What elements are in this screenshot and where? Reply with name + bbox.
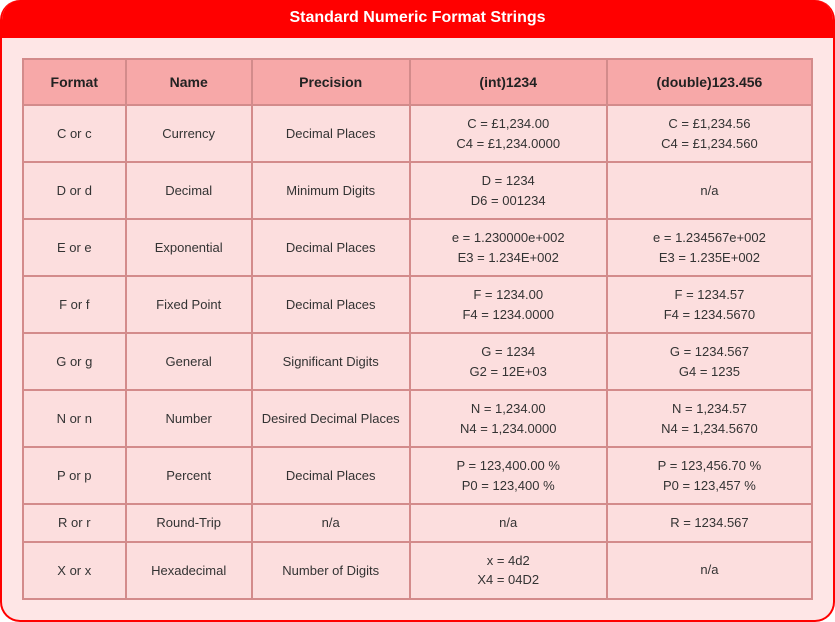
cell-name: Hexadecimal bbox=[126, 542, 252, 599]
table-row: X or xHexadecimalNumber of Digitsx = 4d2… bbox=[23, 542, 812, 599]
cell-int-example-line: F = 1234.00 bbox=[417, 285, 600, 305]
cell-int-example-line: e = 1.230000e+002 bbox=[417, 228, 600, 248]
cell-format: E or e bbox=[23, 219, 126, 276]
cell-double-example-line: P = 123,456.70 % bbox=[614, 456, 805, 476]
cell-double-example: P = 123,456.70 %P0 = 123,457 % bbox=[607, 447, 812, 504]
cell-double-example: C = £1,234.56C4 = £1,234.560 bbox=[607, 105, 812, 162]
cell-precision: Desired Decimal Places bbox=[252, 390, 410, 447]
table-row: R or rRound-Tripn/an/aR = 1234.567 bbox=[23, 504, 812, 542]
cell-int-example-line: E3 = 1.234E+002 bbox=[417, 248, 600, 268]
cell-double-example-line: C4 = £1,234.560 bbox=[614, 134, 805, 154]
format-strings-panel: Standard Numeric Format Strings Format N… bbox=[0, 0, 835, 622]
cell-double-example-line: e = 1.234567e+002 bbox=[614, 228, 805, 248]
cell-int-example-line: n/a bbox=[417, 513, 600, 533]
table-row: N or nNumberDesired Decimal PlacesN = 1,… bbox=[23, 390, 812, 447]
cell-precision: Decimal Places bbox=[252, 276, 410, 333]
table-body: C or cCurrencyDecimal PlacesC = £1,234.0… bbox=[23, 105, 812, 599]
cell-double-example: e = 1.234567e+002E3 = 1.235E+002 bbox=[607, 219, 812, 276]
cell-int-example-line: D = 1234 bbox=[417, 171, 600, 191]
cell-format: C or c bbox=[23, 105, 126, 162]
cell-double-example: n/a bbox=[607, 542, 812, 599]
panel-title: Standard Numeric Format Strings bbox=[2, 0, 833, 38]
cell-format: R or r bbox=[23, 504, 126, 542]
cell-precision: Minimum Digits bbox=[252, 162, 410, 219]
col-int: (int)1234 bbox=[410, 59, 607, 105]
cell-double-example-line: E3 = 1.235E+002 bbox=[614, 248, 805, 268]
table-header-row: Format Name Precision (int)1234 (double)… bbox=[23, 59, 812, 105]
cell-int-example-line: D6 = 001234 bbox=[417, 191, 600, 211]
table-row: G or gGeneralSignificant DigitsG = 1234G… bbox=[23, 333, 812, 390]
table-row: E or eExponentialDecimal Placese = 1.230… bbox=[23, 219, 812, 276]
cell-int-example-line: G2 = 12E+03 bbox=[417, 362, 600, 382]
cell-int-example: C = £1,234.00C4 = £1,234.0000 bbox=[410, 105, 607, 162]
cell-int-example-line: C4 = £1,234.0000 bbox=[417, 134, 600, 154]
cell-precision: Number of Digits bbox=[252, 542, 410, 599]
cell-int-example-line: x = 4d2 bbox=[417, 551, 600, 571]
cell-double-example-line: R = 1234.567 bbox=[614, 513, 805, 533]
cell-format: D or d bbox=[23, 162, 126, 219]
cell-int-example: x = 4d2X4 = 04D2 bbox=[410, 542, 607, 599]
table-row: F or fFixed PointDecimal PlacesF = 1234.… bbox=[23, 276, 812, 333]
col-format: Format bbox=[23, 59, 126, 105]
cell-double-example-line: P0 = 123,457 % bbox=[614, 476, 805, 496]
cell-int-example-line: N = 1,234.00 bbox=[417, 399, 600, 419]
cell-double-example-line: F4 = 1234.5670 bbox=[614, 305, 805, 325]
cell-int-example-line: C = £1,234.00 bbox=[417, 114, 600, 134]
cell-double-example-line: C = £1,234.56 bbox=[614, 114, 805, 134]
cell-name: General bbox=[126, 333, 252, 390]
cell-precision: Decimal Places bbox=[252, 447, 410, 504]
cell-precision: n/a bbox=[252, 504, 410, 542]
cell-precision: Significant Digits bbox=[252, 333, 410, 390]
cell-double-example: R = 1234.567 bbox=[607, 504, 812, 542]
panel-body: Format Name Precision (int)1234 (double)… bbox=[2, 38, 833, 620]
cell-int-example: e = 1.230000e+002E3 = 1.234E+002 bbox=[410, 219, 607, 276]
cell-name: Round-Trip bbox=[126, 504, 252, 542]
cell-precision: Decimal Places bbox=[252, 219, 410, 276]
cell-double-example-line: G4 = 1235 bbox=[614, 362, 805, 382]
cell-double-example: N = 1,234.57N4 = 1,234.5670 bbox=[607, 390, 812, 447]
cell-format: X or x bbox=[23, 542, 126, 599]
cell-name: Currency bbox=[126, 105, 252, 162]
cell-double-example-line: N = 1,234.57 bbox=[614, 399, 805, 419]
cell-format: N or n bbox=[23, 390, 126, 447]
cell-name: Exponential bbox=[126, 219, 252, 276]
cell-double-example-line: G = 1234.567 bbox=[614, 342, 805, 362]
cell-double-example-line: N4 = 1,234.5670 bbox=[614, 419, 805, 439]
cell-int-example: N = 1,234.00N4 = 1,234.0000 bbox=[410, 390, 607, 447]
cell-precision: Decimal Places bbox=[252, 105, 410, 162]
cell-name: Number bbox=[126, 390, 252, 447]
cell-int-example-line: F4 = 1234.0000 bbox=[417, 305, 600, 325]
cell-double-example: n/a bbox=[607, 162, 812, 219]
table-row: D or dDecimalMinimum DigitsD = 1234D6 = … bbox=[23, 162, 812, 219]
table-row: P or pPercentDecimal PlacesP = 123,400.0… bbox=[23, 447, 812, 504]
cell-format: P or p bbox=[23, 447, 126, 504]
cell-double-example-line: F = 1234.57 bbox=[614, 285, 805, 305]
cell-int-example: n/a bbox=[410, 504, 607, 542]
table-row: C or cCurrencyDecimal PlacesC = £1,234.0… bbox=[23, 105, 812, 162]
cell-name: Fixed Point bbox=[126, 276, 252, 333]
format-table: Format Name Precision (int)1234 (double)… bbox=[22, 58, 813, 600]
cell-format: F or f bbox=[23, 276, 126, 333]
cell-format: G or g bbox=[23, 333, 126, 390]
cell-int-example-line: P0 = 123,400 % bbox=[417, 476, 600, 496]
cell-double-example: G = 1234.567G4 = 1235 bbox=[607, 333, 812, 390]
cell-int-example: D = 1234D6 = 001234 bbox=[410, 162, 607, 219]
cell-double-example-line: n/a bbox=[614, 560, 805, 580]
cell-int-example: G = 1234G2 = 12E+03 bbox=[410, 333, 607, 390]
cell-int-example-line: P = 123,400.00 % bbox=[417, 456, 600, 476]
cell-int-example-line: G = 1234 bbox=[417, 342, 600, 362]
cell-int-example: F = 1234.00F4 = 1234.0000 bbox=[410, 276, 607, 333]
cell-double-example-line: n/a bbox=[614, 181, 805, 201]
cell-double-example: F = 1234.57F4 = 1234.5670 bbox=[607, 276, 812, 333]
col-precision: Precision bbox=[252, 59, 410, 105]
col-double: (double)123.456 bbox=[607, 59, 812, 105]
cell-int-example-line: N4 = 1,234.0000 bbox=[417, 419, 600, 439]
cell-name: Percent bbox=[126, 447, 252, 504]
cell-name: Decimal bbox=[126, 162, 252, 219]
cell-int-example: P = 123,400.00 %P0 = 123,400 % bbox=[410, 447, 607, 504]
cell-int-example-line: X4 = 04D2 bbox=[417, 570, 600, 590]
col-name: Name bbox=[126, 59, 252, 105]
